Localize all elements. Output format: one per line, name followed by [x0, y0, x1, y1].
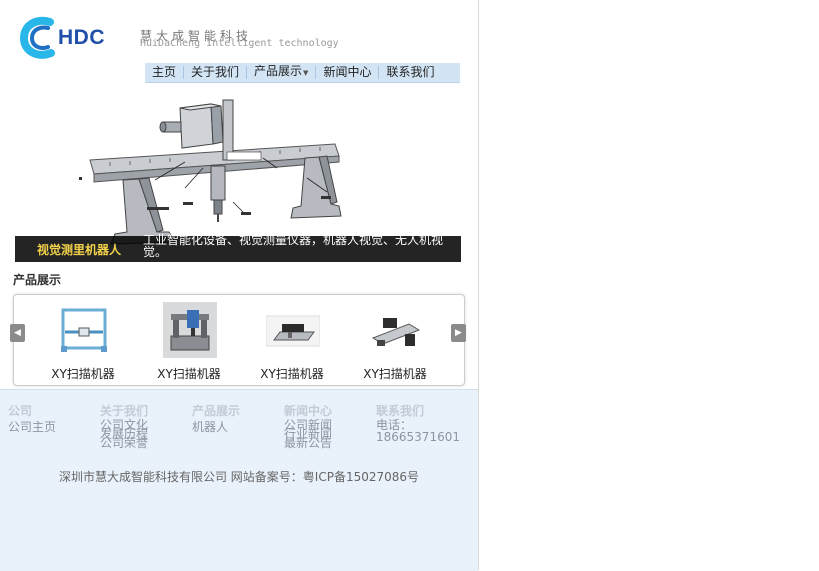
product-card[interactable]: XY扫描机器	[242, 302, 342, 382]
footer-link[interactable]: 公司荣誉	[100, 437, 148, 449]
footer-copyright: 深圳市慧大成智能科技有限公司 网站备案号：粤ICP备15027086号	[58, 470, 420, 484]
xy-frame-icon	[61, 308, 107, 352]
product-card[interactable]: XY扫描机器	[33, 302, 133, 382]
footer-column-about: 关于我们 公司文化 发展历程 公司荣誉	[100, 404, 149, 449]
linear-stage-icon	[371, 318, 421, 346]
product-card[interactable]: XY扫描机器	[345, 302, 445, 382]
footer-column-contact: 联系我们 电话： 18665371601	[376, 404, 460, 444]
carousel-next-button[interactable]: ▶	[451, 324, 466, 342]
nav-home[interactable]: 主页	[145, 63, 183, 82]
main-nav: 主页 关于我们 产品展示▼ 新闻中心 联系我们	[145, 63, 460, 83]
banner-title[interactable]: 视觉测里机器人	[37, 241, 121, 258]
footer-phone-label: 电话：	[376, 418, 413, 432]
nav-products[interactable]: 产品展示▼	[247, 62, 315, 83]
footer-link[interactable]: 机器人	[192, 420, 240, 434]
tagline-english: HuiDaCheng Intelligent technology	[140, 38, 339, 49]
product-label: XY扫描机器	[260, 367, 324, 381]
footer-heading: 关于我们	[100, 404, 149, 418]
page: HDC 慧大成智能科技 HuiDaCheng Intelligent techn…	[0, 0, 479, 571]
products-section-title: 产品展示	[13, 273, 62, 287]
chevron-down-icon: ▼	[303, 69, 309, 77]
gantry-robot-icon	[163, 302, 217, 358]
product-card[interactable]: XY扫描机器	[139, 302, 239, 382]
nav-about[interactable]: 关于我们	[184, 63, 246, 82]
footer-column-company: 公司 公司主页	[8, 404, 56, 434]
footer-column-products: 产品展示 机器人	[192, 404, 240, 434]
footer-link[interactable]: 公司主页	[8, 420, 56, 434]
banner-caption-bar: 视觉测里机器人 工业智能化设备、视觉测量仪器，机器人视觉、无人机视觉。	[15, 233, 461, 262]
nav-products-label: 产品展示	[254, 64, 303, 78]
banner-description: 工业智能化设备、视觉测量仪器，机器人视觉、无人机视觉。	[143, 233, 444, 259]
product-label: XY扫描机器	[157, 367, 221, 381]
scanner-plate-icon	[266, 315, 320, 347]
footer-heading: 联系我们	[376, 404, 425, 418]
footer-heading: 公司	[8, 404, 33, 418]
footer-column-news: 新闻中心 公司新闻 行业新闻 最新公告	[284, 404, 333, 449]
carousel-prev-button[interactable]: ◀	[10, 324, 25, 342]
footer-heading: 产品展示	[192, 404, 241, 418]
product-label: XY扫描机器	[363, 367, 427, 381]
site-footer: 公司 公司主页 关于我们 公司文化 发展历程 公司荣誉 产品展示 机器人 新闻中…	[0, 389, 478, 571]
product-label: XY扫描机器	[51, 367, 115, 381]
logo-mark-icon	[19, 16, 55, 59]
nav-news[interactable]: 新闻中心	[316, 63, 378, 82]
nav-contact[interactable]: 联系我们	[379, 63, 441, 82]
footer-heading: 新闻中心	[284, 404, 333, 418]
footer-link[interactable]: 最新公告	[284, 437, 332, 449]
logo-text: HDC	[58, 26, 105, 49]
footer-phone-number: 18665371601	[376, 430, 460, 444]
